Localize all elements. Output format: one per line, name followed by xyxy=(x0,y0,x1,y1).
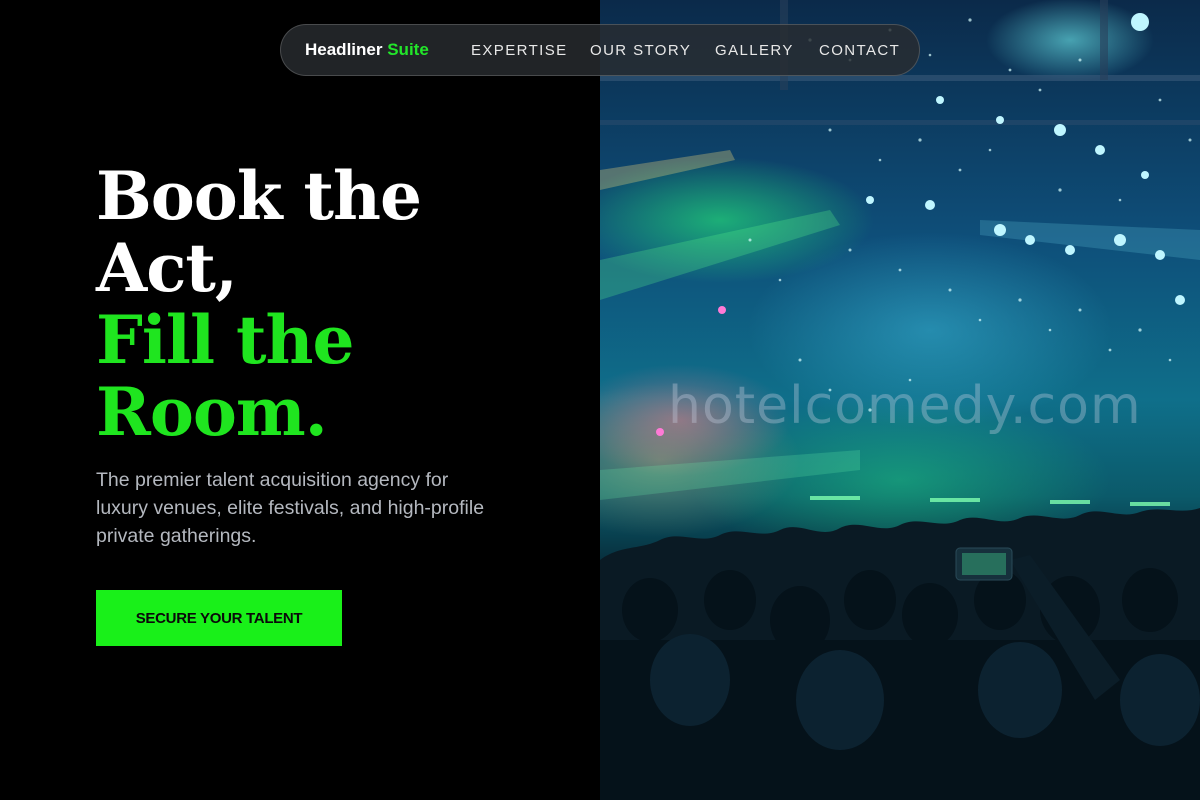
watermark-text: hotelcomedy.com xyxy=(668,376,1142,436)
top-navigation: Headliner Suite EXPERTISE OUR STORY GALL… xyxy=(280,24,920,76)
nav-link-our-story[interactable]: OUR STORY xyxy=(590,42,691,59)
brand-accent: Suite xyxy=(387,40,429,59)
secure-talent-button[interactable]: SECURE YOUR TALENT xyxy=(96,590,342,646)
hero-title-line-1: Book the xyxy=(96,157,422,235)
hero-title-line-4: Room. xyxy=(96,373,328,451)
nav-link-contact[interactable]: CONTACT xyxy=(819,42,900,59)
landing-page: hotelcomedy.com Headliner Suite EXPERTIS… xyxy=(0,0,1200,800)
brand-logo[interactable]: Headliner Suite xyxy=(305,40,429,60)
hero-title-line-3: Fill the xyxy=(96,301,355,379)
hero-description: The premier talent acquisition agency fo… xyxy=(96,469,485,547)
hero-title: Book the Act, Fill the Room. xyxy=(96,157,422,451)
hero-title-line-2: Act, xyxy=(96,229,238,307)
nav-link-expertise[interactable]: EXPERTISE xyxy=(471,42,568,59)
brand-name: Headliner xyxy=(305,40,383,59)
nav-link-gallery[interactable]: GALLERY xyxy=(715,42,794,59)
